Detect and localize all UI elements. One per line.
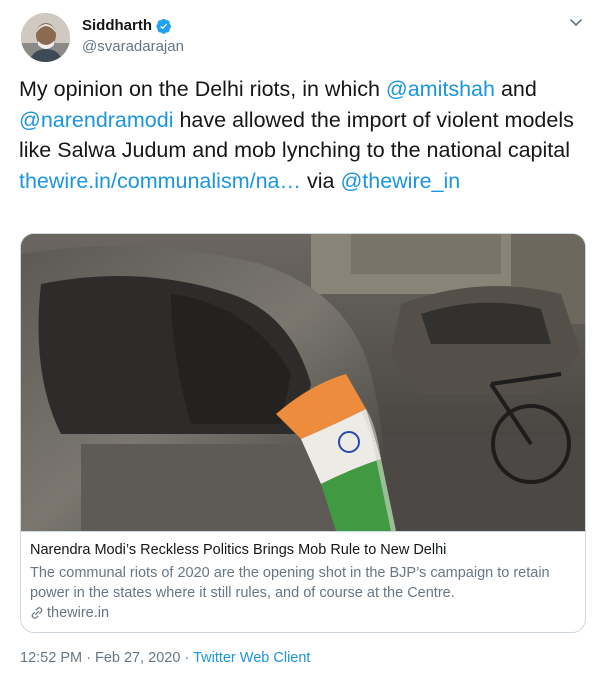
card-domain[interactable]: thewire.in <box>30 605 109 621</box>
card-image[interactable] <box>21 234 585 531</box>
tweet-meta: 12:52 PM · Feb 27, 2020 · Twitter Web Cl… <box>20 650 310 666</box>
tweet-link[interactable]: @amitshah <box>386 77 495 101</box>
card-description: The communal riots of 2020 are the openi… <box>30 565 550 601</box>
author-name[interactable]: Siddharth <box>82 17 152 34</box>
meta-separator: · <box>180 650 194 666</box>
tweet-link[interactable]: thewire.in/communalism/na… <box>19 169 301 193</box>
meta-separator: · <box>82 650 95 666</box>
tweet-text-segment: My opinion on the Delhi riots, in which <box>19 77 386 101</box>
card-title[interactable]: Narendra Modi’s Reckless Politics Brings… <box>30 542 446 558</box>
link-card[interactable]: Narendra Modi’s Reckless Politics Brings… <box>20 233 586 633</box>
tweet-link[interactable]: @thewire_in <box>340 169 460 193</box>
link-icon <box>31 607 43 619</box>
tweet-client[interactable]: Twitter Web Client <box>193 650 310 666</box>
tweet-time[interactable]: 12:52 PM <box>20 650 82 666</box>
avatar[interactable] <box>21 13 70 62</box>
tweet-date[interactable]: Feb 27, 2020 <box>95 650 180 666</box>
tweet-link[interactable]: @narendramodi <box>19 108 174 132</box>
chevron-down-icon[interactable] <box>568 14 584 30</box>
verified-badge-icon <box>156 18 171 34</box>
author-handle[interactable]: @svaradarajan <box>82 38 184 55</box>
tweet-text: My opinion on the Delhi riots, in which … <box>19 74 579 196</box>
card-domain-text[interactable]: thewire.in <box>47 605 109 621</box>
card-body[interactable]: Narendra Modi’s Reckless Politics Brings… <box>21 531 585 632</box>
tweet-text-segment: via <box>301 168 341 193</box>
tweet-text-segment: and <box>494 77 537 101</box>
author-name-row[interactable]: Siddharth <box>82 17 172 34</box>
